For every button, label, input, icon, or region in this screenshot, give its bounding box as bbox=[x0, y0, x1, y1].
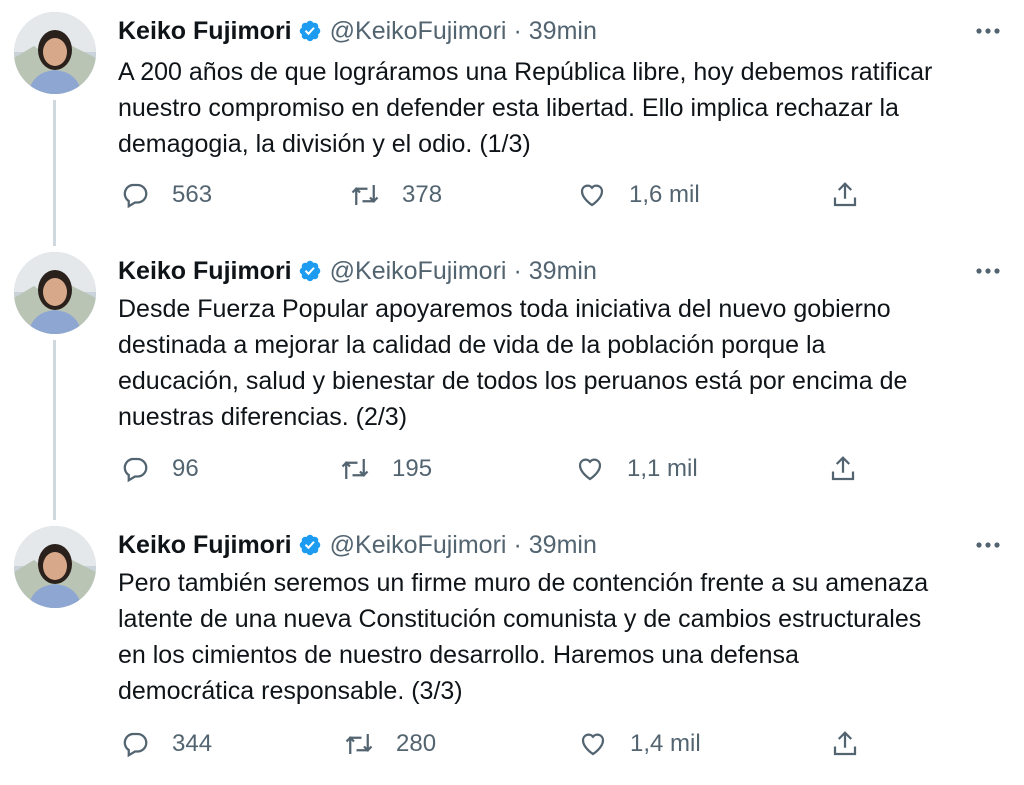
verified-badge-icon bbox=[299, 260, 320, 282]
retweet-button[interactable]: 378 bbox=[350, 178, 442, 212]
avatar[interactable] bbox=[14, 12, 96, 94]
reply-button[interactable]: 96 bbox=[120, 452, 199, 486]
reply-button[interactable]: 344 bbox=[120, 727, 212, 761]
author-handle[interactable]: @KeikoFujimori bbox=[330, 257, 507, 286]
tweet-text-line: nuestro compromiso en defender esta libe… bbox=[118, 94, 899, 122]
retweet-count: 378 bbox=[402, 181, 443, 208]
retweet-count: 195 bbox=[392, 455, 433, 482]
retweet-icon bbox=[345, 734, 373, 754]
reply-count: 96 bbox=[172, 455, 199, 482]
tweet-header: Keiko Fujimori @KeikoFujimori · 39min bbox=[118, 254, 597, 288]
tweet-text-line: en los cimientos de nuestro desarrollo. … bbox=[118, 641, 799, 669]
retweet-icon bbox=[351, 185, 379, 205]
timestamp[interactable]: 39min bbox=[529, 17, 597, 46]
reply-button[interactable]: 563 bbox=[120, 178, 212, 212]
tweet-text-line: educación, salud y bienestar de todos lo… bbox=[118, 367, 908, 395]
like-count: 1,4 mil bbox=[630, 730, 701, 757]
retweet-icon bbox=[341, 459, 369, 479]
tweet-header: Keiko Fujimori @KeikoFujimori · 39min bbox=[118, 14, 597, 48]
share-button[interactable] bbox=[830, 727, 860, 761]
share-button[interactable] bbox=[828, 452, 858, 486]
separator-dot: · bbox=[513, 16, 522, 45]
tweet-text-line: demagogia, la división y el odio. (1/3) bbox=[118, 130, 531, 158]
reply-count: 563 bbox=[172, 181, 213, 208]
like-count: 1,6 mil bbox=[629, 181, 700, 208]
tweet-text-line: democrática responsable. (3/3) bbox=[118, 677, 463, 705]
heart-icon bbox=[578, 458, 602, 481]
share-icon bbox=[831, 456, 855, 481]
separator-dot: · bbox=[513, 530, 522, 559]
share-icon bbox=[833, 182, 857, 207]
verified-badge-icon bbox=[299, 20, 320, 42]
tweet-text-line: Pero también seremos un firme muro de co… bbox=[118, 569, 929, 597]
separator-dot: · bbox=[513, 256, 522, 285]
verified-badge-icon bbox=[299, 534, 320, 556]
tweet-text-line: nuestras diferencias. (2/3) bbox=[118, 403, 408, 431]
tweet-text-line: Desde Fuerza Popular apoyaremos toda ini… bbox=[118, 295, 891, 323]
share-button[interactable] bbox=[830, 178, 860, 212]
tweet-text: Pero también seremos un firme muro de co… bbox=[118, 565, 1008, 709]
author-handle[interactable]: @KeikoFujimori bbox=[330, 17, 507, 46]
avatar[interactable] bbox=[14, 526, 96, 608]
tweet-text-line: A 200 años de que lográramos una Repúbli… bbox=[118, 58, 933, 86]
more-icon[interactable] bbox=[968, 530, 1008, 560]
like-button[interactable]: 1,1 mil bbox=[575, 452, 698, 486]
heart-icon bbox=[580, 184, 604, 207]
reply-count: 344 bbox=[172, 730, 213, 757]
more-icon[interactable] bbox=[968, 256, 1008, 286]
timestamp[interactable]: 39min bbox=[529, 257, 597, 286]
tweet-header: Keiko Fujimori @KeikoFujimori · 39min bbox=[118, 528, 597, 562]
like-button[interactable]: 1,4 mil bbox=[578, 727, 701, 761]
like-count: 1,1 mil bbox=[627, 455, 698, 482]
tweet-text: A 200 años de que lográramos una Repúbli… bbox=[118, 54, 1008, 162]
timestamp[interactable]: 39min bbox=[529, 531, 597, 560]
author-name[interactable]: Keiko Fujimori bbox=[118, 257, 292, 286]
author-name[interactable]: Keiko Fujimori bbox=[118, 17, 292, 46]
reply-icon bbox=[123, 183, 148, 209]
thread-line bbox=[53, 100, 56, 246]
retweet-button[interactable]: 280 bbox=[344, 727, 436, 761]
heart-icon bbox=[581, 733, 605, 756]
reply-icon bbox=[123, 457, 148, 483]
tweet-text-line: latente de una nueva Constitución comuni… bbox=[118, 605, 922, 633]
reply-icon bbox=[123, 732, 148, 758]
retweet-count: 280 bbox=[396, 730, 437, 757]
thread-line bbox=[53, 340, 56, 520]
avatar[interactable] bbox=[14, 252, 96, 334]
more-icon[interactable] bbox=[968, 16, 1008, 46]
retweet-button[interactable]: 195 bbox=[340, 452, 432, 486]
share-icon bbox=[833, 731, 857, 756]
tweet-text-line: destinada a mejorar la calidad de vida d… bbox=[118, 331, 826, 359]
tweet-text: Desde Fuerza Popular apoyaremos toda ini… bbox=[118, 291, 1008, 435]
author-name[interactable]: Keiko Fujimori bbox=[118, 531, 292, 560]
like-button[interactable]: 1,6 mil bbox=[577, 178, 700, 212]
author-handle[interactable]: @KeikoFujimori bbox=[330, 531, 507, 560]
